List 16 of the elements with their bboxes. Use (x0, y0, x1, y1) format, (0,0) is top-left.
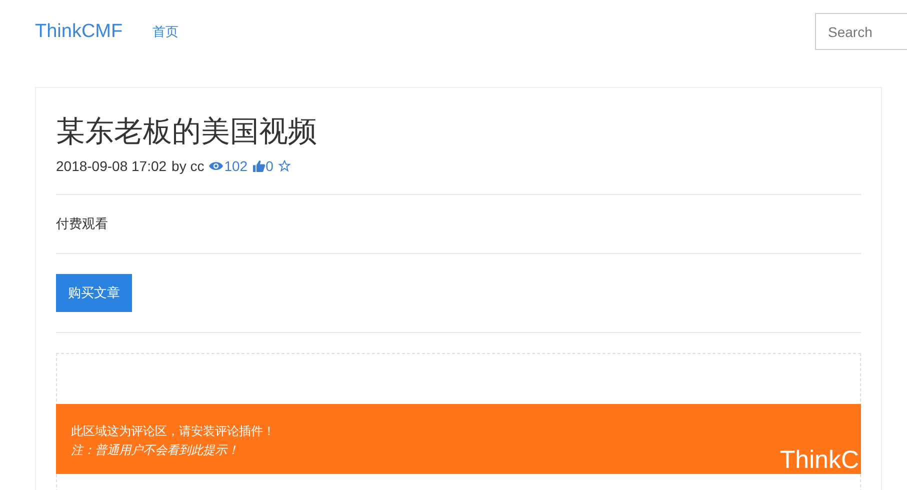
logo-text: ThinkC (780, 446, 860, 474)
article-date: 2018-09-08 17:02 (56, 158, 167, 174)
eye-icon (209, 160, 224, 172)
star-icon[interactable] (278, 160, 292, 172)
search-field[interactable]: Search (815, 13, 907, 50)
view-count: 102 (224, 158, 248, 174)
notice-text: 此区域这为评论区，请安装评论插件！ (71, 423, 275, 440)
article-body: 付费观看 (56, 216, 109, 233)
nav-link[interactable]: 首页 (152, 22, 179, 40)
thumbs-up-icon (252, 160, 265, 172)
notice-note: 注：普通用户不会看到此提示！ (71, 442, 240, 459)
like-count[interactable]: 0 (266, 158, 274, 174)
article-author: by cc (172, 158, 204, 174)
buy-button[interactable]: 购买文章 (56, 274, 132, 312)
brand-link[interactable]: ThinkCMF (35, 20, 123, 42)
article-title: 某东老板的美国视频 (56, 113, 318, 150)
